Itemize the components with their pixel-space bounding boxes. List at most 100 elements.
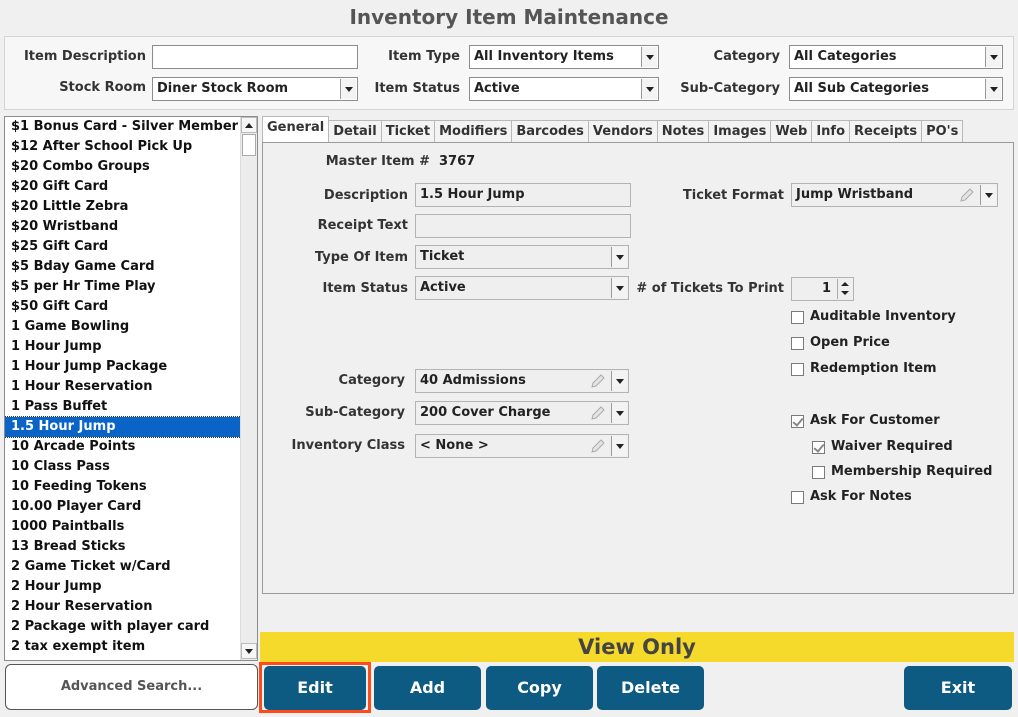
scroll-thumb[interactable] [242,134,256,156]
subcategory-filter-value: All Sub Categories [794,81,929,96]
item-status-label: Item Status [322,281,409,296]
membership-required-label: Membership Required [831,464,993,479]
chevron-down-icon [985,79,1001,99]
category-filter-label: Category [713,49,780,64]
item-list-scrollbar[interactable] [240,117,257,660]
advanced-search-button[interactable]: Advanced Search... [5,664,258,710]
chevron-up-icon[interactable] [838,279,852,289]
list-item[interactable]: $5 per Hr Time Play [5,277,257,297]
list-item[interactable]: 1 Game Bowling [5,317,257,337]
item-type-value: All Inventory Items [474,49,614,64]
edit-highlight [259,662,371,713]
list-item[interactable]: 1.5 Hour Jump [5,416,257,438]
ticket-format-select[interactable]: Jump Wristband [791,183,998,207]
list-item[interactable]: 1 Pass Buffet [5,397,257,417]
category-value: 40 Admissions [420,373,526,388]
membership-required-checkbox[interactable] [812,466,825,479]
item-status-filter-select[interactable]: Active [469,77,659,101]
list-item[interactable]: 2 Game Ticket w/Card [5,557,257,577]
subcategory-value: 200 Cover Charge [420,405,551,420]
list-item[interactable]: 1 Hour Jump [5,337,257,357]
tab-barcodes[interactable]: Barcodes [511,120,589,144]
receipt-text-input[interactable] [415,214,631,238]
list-item[interactable]: $20 Little Zebra [5,197,257,217]
list-item[interactable]: 13 Bread Sticks [5,537,257,557]
tab-images[interactable]: Images [708,120,772,144]
category-filter-select[interactable]: All Categories [789,45,1003,69]
list-item[interactable]: 1 Hour Jump Package [5,357,257,377]
tickets-to-print-stepper[interactable]: 1 [791,277,854,301]
stock-room-select[interactable]: Diner Stock Room [152,77,358,101]
item-status-filter-value: Active [474,81,520,96]
list-item[interactable]: 2 Hour Jump [5,577,257,597]
list-item[interactable]: 10 Class Pass [5,457,257,477]
ticket-format-label: Ticket Format [682,188,784,203]
item-status-value: Active [420,280,466,295]
item-list[interactable]: $1 Bonus Card - Silver Member $12 After S… [4,116,258,661]
scroll-up-icon[interactable] [241,117,257,133]
scroll-down-icon[interactable] [241,643,257,659]
ticket-format-value: Jump Wristband [796,187,914,202]
list-item[interactable]: 2 tax exempt item [5,637,257,657]
exit-button[interactable]: Exit [904,666,1012,710]
type-of-item-select[interactable]: Ticket [415,245,629,269]
tab-modifiers[interactable]: Modifiers [434,120,513,144]
chevron-down-icon [641,47,657,67]
tab-vendors[interactable]: Vendors [587,120,658,144]
item-status-select[interactable]: Active [415,276,629,300]
pencil-icon[interactable] [959,187,975,203]
redemption-item-checkbox[interactable] [791,363,804,376]
copy-button[interactable]: Copy [486,666,593,710]
ask-for-notes-checkbox[interactable] [791,491,804,504]
list-item[interactable]: 10 Feeding Tokens [5,477,257,497]
chevron-down-icon [641,79,657,99]
list-item[interactable]: $20 Gift Card [5,177,257,197]
list-item[interactable]: 10.00 Player Card [5,497,257,517]
list-item[interactable]: $20 Wristband [5,217,257,237]
tab-web[interactable]: Web [770,120,813,144]
list-item[interactable]: $50 Gift Card [5,297,257,317]
auditable-inventory-checkbox[interactable] [791,311,804,324]
delete-button[interactable]: Delete [597,666,704,710]
chevron-down-icon[interactable] [838,289,852,299]
tickets-to-print-label: # of Tickets To Print [636,281,784,296]
subcategory-select[interactable]: 200 Cover Charge [415,401,629,425]
chevron-down-icon [611,436,627,456]
add-button[interactable]: Add [374,666,481,710]
tab-po-s[interactable]: PO's [921,120,964,144]
list-item[interactable]: $1 Bonus Card - Silver Member [5,117,257,137]
description-input[interactable]: 1.5 Hour Jump [415,183,631,207]
waiver-required-checkbox[interactable] [812,441,825,454]
list-item[interactable]: 2 Package with player card [5,617,257,637]
open-price-checkbox[interactable] [791,337,804,350]
ask-for-customer-label: Ask For Customer [810,413,940,428]
tab-general[interactable]: General [262,116,330,142]
list-item[interactable]: $12 After School Pick Up [5,137,257,157]
chevron-down-icon [611,278,627,298]
tab-detail[interactable]: Detail [328,120,382,144]
item-description-input[interactable] [152,45,358,69]
pencil-icon[interactable] [590,405,606,421]
stepper-arrows[interactable] [837,279,852,299]
list-item[interactable]: 10 Arcade Points [5,437,257,457]
category-select[interactable]: 40 Admissions [415,369,629,393]
list-item[interactable]: 2 Hour Reservation [5,597,257,617]
category-label: Category [338,373,405,388]
list-item[interactable]: $20 Combo Groups [5,157,257,177]
ask-for-customer-checkbox[interactable] [791,415,804,428]
tab-receipts[interactable]: Receipts [849,120,923,144]
subcategory-filter-select[interactable]: All Sub Categories [789,77,1003,101]
tab-ticket[interactable]: Ticket [380,120,436,144]
type-of-item-label: Type Of Item [314,250,408,265]
list-item[interactable]: 1 Hour Reservation [5,377,257,397]
list-item[interactable]: $25 Gift Card [5,237,257,257]
inventory-class-select[interactable]: < None > [415,434,629,458]
pencil-icon[interactable] [590,373,606,389]
item-type-select[interactable]: All Inventory Items [469,45,659,69]
list-item[interactable]: $5 Bday Game Card [5,257,257,277]
tab-info[interactable]: Info [811,120,851,144]
tab-notes[interactable]: Notes [656,120,710,144]
pencil-icon[interactable] [590,438,606,454]
list-item[interactable]: 1000 Paintballs [5,517,257,537]
chevron-down-icon [611,403,627,423]
